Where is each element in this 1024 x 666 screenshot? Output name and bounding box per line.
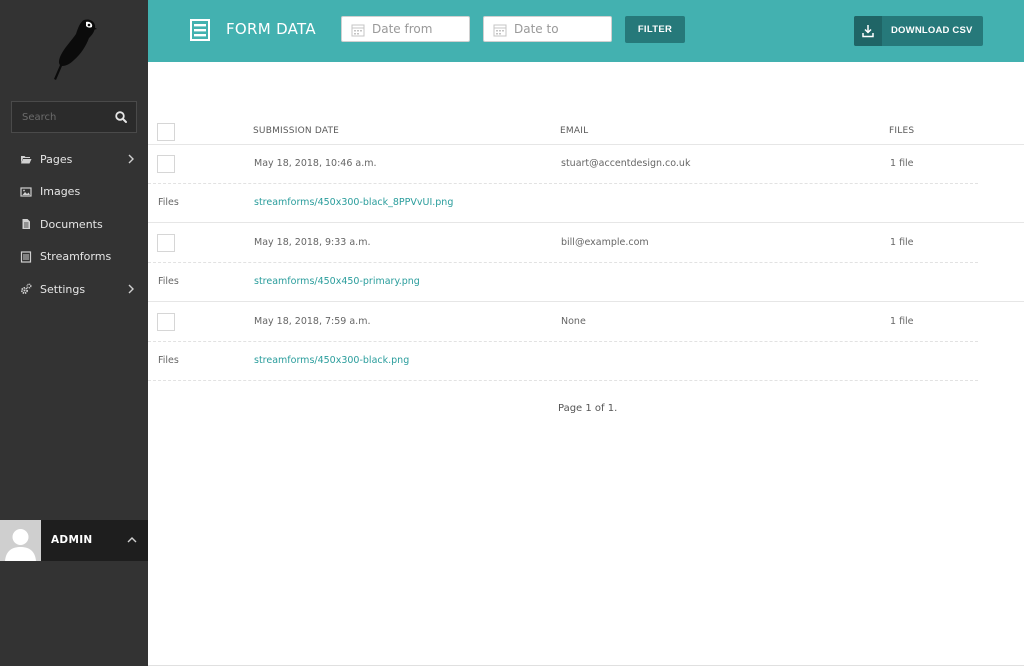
- doc-full-icon: [22, 219, 30, 230]
- page-header: FORM DATA FILTER DOWNLOAD CSV: [148, 0, 1024, 62]
- chevron-up-icon: [127, 537, 137, 543]
- sidebar-item-label: Streamforms: [40, 250, 112, 264]
- calendar-icon: [493, 24, 507, 37]
- column-header-submission-date[interactable]: SUBMISSION DATE: [253, 126, 339, 136]
- account-menu[interactable]: ADMIN: [0, 520, 148, 561]
- sidebar-item-label: Pages: [40, 152, 73, 166]
- divider: [148, 144, 1024, 145]
- date-to-field: [483, 16, 612, 42]
- date-from-field: [341, 16, 470, 42]
- row-checkbox[interactable]: [157, 234, 175, 252]
- files-label: Files: [158, 276, 179, 287]
- cogs-icon: [21, 283, 32, 295]
- divider: [148, 183, 978, 184]
- submission-file-count: 1 file: [890, 237, 914, 248]
- sidebar-item-documents[interactable]: Documents: [0, 208, 148, 241]
- divider: [148, 222, 1024, 223]
- column-header-files[interactable]: FILES: [889, 126, 914, 136]
- divider: [148, 262, 978, 263]
- user-silhouette-icon: [0, 520, 41, 561]
- pagination-text: Page 1 of 1.: [558, 403, 618, 414]
- download-csv-button[interactable]: DOWNLOAD CSV: [854, 16, 983, 46]
- row-checkbox[interactable]: [157, 155, 175, 173]
- download-icon: [862, 25, 874, 38]
- image-icon: [20, 187, 32, 197]
- row-checkbox[interactable]: [157, 313, 175, 331]
- submission-email: bill@example.com: [561, 237, 649, 248]
- file-link[interactable]: streamforms/450x300-black.png: [254, 355, 409, 366]
- submission-date: May 18, 2018, 7:59 a.m.: [254, 316, 371, 327]
- form-icon: [20, 251, 32, 263]
- file-link[interactable]: streamforms/450x300-black_8PPVvUI.png: [254, 197, 453, 208]
- form-icon: [190, 19, 210, 41]
- column-header-email[interactable]: EMAIL: [560, 126, 588, 136]
- file-link[interactable]: streamforms/450x450-primary.png: [254, 276, 420, 287]
- divider: [148, 380, 978, 381]
- submission-file-count: 1 file: [890, 158, 914, 169]
- sidebar-search: [11, 101, 137, 133]
- submission-email: stuart@accentdesign.co.uk: [561, 158, 691, 169]
- divider: [148, 341, 978, 342]
- chevron-right-icon: [128, 284, 134, 294]
- sidebar: Pages Images Documents: [0, 0, 148, 666]
- avatar: [0, 520, 41, 561]
- calendar-icon: [351, 24, 365, 37]
- sidebar-item-streamforms[interactable]: Streamforms: [0, 241, 148, 274]
- filter-button[interactable]: FILTER: [625, 16, 685, 43]
- download-icon-box: [854, 16, 882, 46]
- submission-email: None: [561, 316, 586, 327]
- files-label: Files: [158, 355, 179, 366]
- submission-file-count: 1 file: [890, 316, 914, 327]
- search-icon[interactable]: [114, 110, 128, 124]
- chevron-right-icon: [128, 154, 134, 164]
- sidebar-item-pages[interactable]: Pages: [0, 143, 148, 176]
- sidebar-nav: Pages Images Documents Streamforms Setti…: [0, 143, 148, 306]
- sidebar-item-settings[interactable]: Settings: [0, 273, 148, 306]
- page-title: FORM DATA: [226, 20, 316, 38]
- submission-date: May 18, 2018, 9:33 a.m.: [254, 237, 371, 248]
- date-from-input[interactable]: [372, 17, 467, 41]
- submission-date: May 18, 2018, 10:46 a.m.: [254, 158, 377, 169]
- sidebar-item-images[interactable]: Images: [0, 176, 148, 209]
- bird-logo-icon[interactable]: [46, 16, 102, 84]
- download-csv-label: DOWNLOAD CSV: [891, 25, 973, 36]
- folder-open-icon: [21, 156, 32, 164]
- sidebar-item-label: Documents: [40, 217, 103, 231]
- divider: [148, 301, 1024, 302]
- search-input[interactable]: [12, 102, 112, 132]
- date-to-input[interactable]: [514, 17, 609, 41]
- files-label: Files: [158, 197, 179, 208]
- select-all-checkbox[interactable]: [157, 123, 175, 141]
- sidebar-item-label: Images: [40, 185, 81, 199]
- sidebar-item-label: Settings: [40, 282, 86, 296]
- account-name: ADMIN: [51, 534, 93, 546]
